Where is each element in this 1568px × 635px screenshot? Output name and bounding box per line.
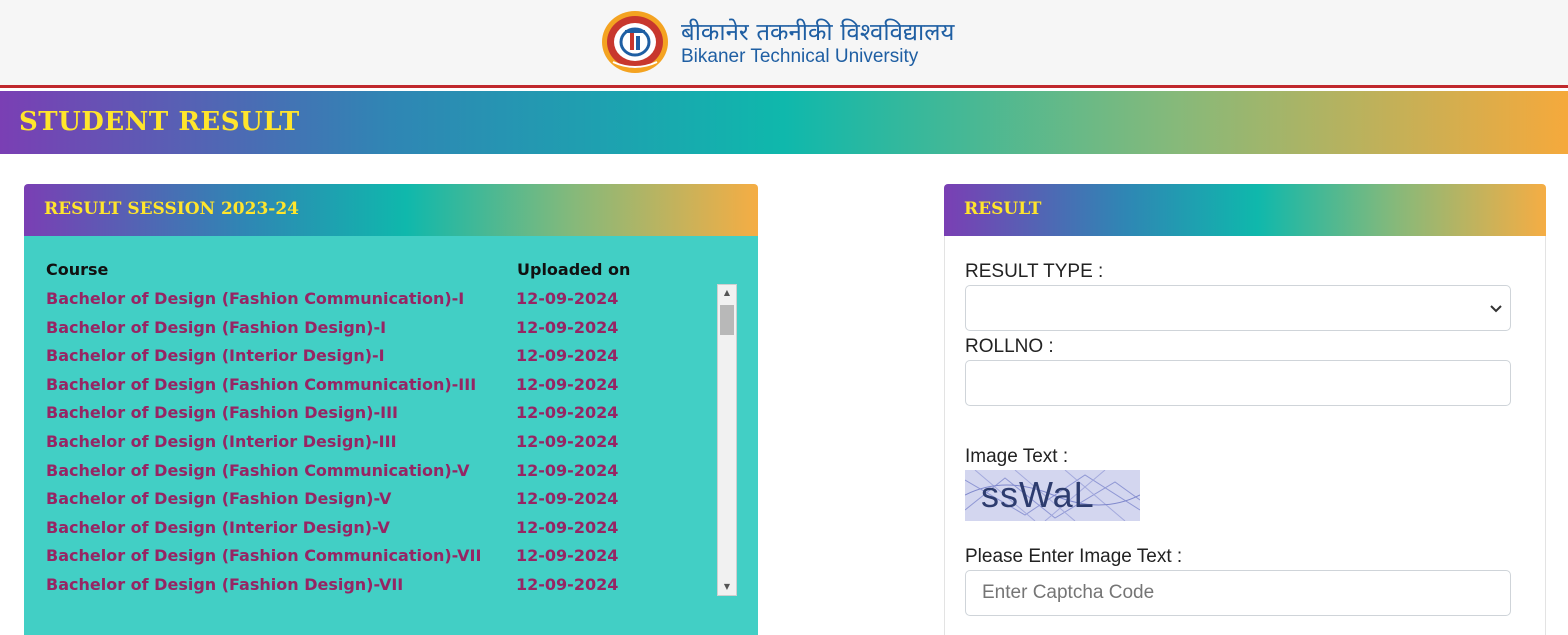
course-link[interactable]: Bachelor of Design (Fashion Communicatio… — [46, 461, 470, 480]
rollno-input[interactable] — [966, 361, 1510, 405]
scroll-down-arrow-icon[interactable]: ▼ — [718, 579, 736, 595]
list-item: Bachelor of Design (Interior Design)-V 1… — [46, 514, 716, 542]
list-item: Bachelor of Design (Interior Design)-III… — [46, 428, 716, 456]
captcha-field[interactable] — [965, 570, 1511, 616]
upload-date: 12-09-2024 — [516, 374, 619, 394]
upload-date: 12-09-2024 — [516, 403, 619, 423]
page-title: STUDENT RESULT — [19, 107, 300, 137]
result-panel-header: RESULT — [944, 184, 1546, 236]
list-item: Bachelor of Design (Fashion Design)-VII … — [46, 571, 716, 596]
list-item: Bachelor of Design (Fashion Design)-V 12… — [46, 485, 716, 513]
captcha-text: ssWaL — [981, 474, 1095, 515]
upload-date: 12-09-2024 — [516, 517, 619, 537]
course-link[interactable]: Bachelor of Design (Fashion Communicatio… — [46, 375, 476, 394]
result-type-select[interactable] — [965, 285, 1511, 331]
university-name-hindi: बीकानेर तकनीकी विश्वविद्यालय — [681, 18, 955, 46]
course-link[interactable]: Bachelor of Design (Fashion Design)-III — [46, 403, 398, 422]
session-panel-title: RESULT SESSION 2023-24 — [44, 199, 299, 219]
upload-date: 12-09-2024 — [516, 432, 619, 451]
upload-date: 12-09-2024 — [516, 346, 619, 366]
list-item: Bachelor of Design (Fashion Communicatio… — [46, 371, 716, 399]
upload-date: 12-09-2024 — [516, 489, 619, 509]
list-scrollbar[interactable]: ▲ ▼ — [717, 284, 737, 596]
enter-image-text-label: Please Enter Image Text : — [965, 546, 1183, 567]
captcha-image: ssWaL — [965, 470, 1140, 521]
uploaded-column-header: Uploaded on — [517, 260, 631, 279]
rollno-field[interactable] — [965, 360, 1511, 406]
result-panel-title: RESULT — [964, 199, 1042, 219]
course-link[interactable]: Bachelor of Design (Interior Design)-I — [46, 346, 385, 365]
image-text-label: Image Text : — [965, 446, 1069, 467]
course-column-header: Course — [46, 260, 109, 279]
upload-date: 12-09-2024 — [516, 575, 619, 594]
result-list: Bachelor of Design (Fashion Communicatio… — [46, 285, 716, 596]
site-header: बीकानेर तकनीकी विश्वविद्यालय Bikaner Tec… — [0, 0, 1568, 88]
upload-date: 12-09-2024 — [516, 289, 619, 308]
list-item: Bachelor of Design (Interior Design)-I 1… — [46, 342, 716, 370]
list-item: Bachelor of Design (Fashion Design)-I 12… — [46, 314, 716, 342]
chevron-down-icon — [1490, 305, 1502, 313]
session-panel-header: RESULT SESSION 2023-24 — [24, 184, 758, 236]
scroll-up-arrow-icon[interactable]: ▲ — [718, 285, 736, 301]
university-logo-icon — [602, 11, 668, 73]
list-item: Bachelor of Design (Fashion Design)-III … — [46, 399, 716, 427]
list-item: Bachelor of Design (Fashion Communicatio… — [46, 542, 716, 570]
upload-date: 12-09-2024 — [516, 546, 619, 566]
course-link[interactable]: Bachelor of Design (Interior Design)-V — [46, 518, 390, 537]
course-link[interactable]: Bachelor of Design (Interior Design)-III — [46, 432, 397, 451]
upload-date: 12-09-2024 — [516, 317, 619, 337]
rollno-label: ROLLNO : — [965, 336, 1054, 357]
course-link[interactable]: Bachelor of Design (Fashion Communicatio… — [46, 289, 464, 308]
list-item: Bachelor of Design (Fashion Communicatio… — [46, 285, 716, 313]
upload-date: 12-09-2024 — [516, 460, 619, 480]
scrollbar-thumb[interactable] — [720, 305, 734, 335]
course-link[interactable]: Bachelor of Design (Fashion Communicatio… — [46, 546, 481, 565]
result-type-label: RESULT TYPE : — [965, 261, 1104, 282]
course-link[interactable]: Bachelor of Design (Fashion Design)-I — [46, 318, 386, 337]
course-link[interactable]: Bachelor of Design (Fashion Design)-V — [46, 489, 391, 508]
list-item: Bachelor of Design (Fashion Communicatio… — [46, 457, 716, 485]
page-banner: STUDENT RESULT — [0, 91, 1568, 154]
course-link[interactable]: Bachelor of Design (Fashion Design)-VII — [46, 575, 403, 594]
captcha-input[interactable] — [966, 571, 1510, 615]
university-name-english: Bikaner Technical University — [681, 46, 919, 67]
